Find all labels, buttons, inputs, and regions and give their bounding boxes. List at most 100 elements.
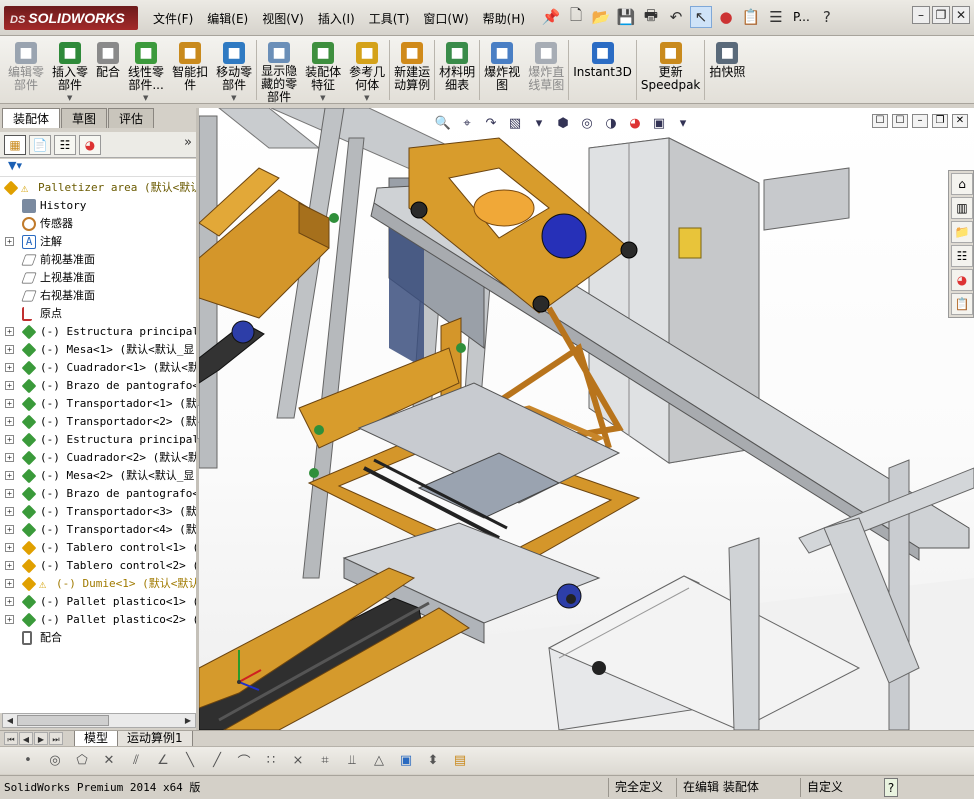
tool-exploded-view-button[interactable]: ■ 爆炸视 图 (480, 36, 524, 104)
scroll-right-icon[interactable]: ▶ (181, 714, 195, 727)
left-tab[interactable]: 装配体 (2, 108, 61, 128)
expand-icon[interactable]: + (5, 381, 14, 390)
tree-item[interactable]: 右视基准面 (0, 287, 196, 305)
prev-tab-icon[interactable]: ◀ (19, 732, 33, 745)
menu-item[interactable]: 工具(T) (362, 10, 417, 27)
convert-entities-icon[interactable]: ╱ (207, 751, 227, 771)
viewport-restore-icon[interactable]: ❐ (932, 114, 948, 128)
tool-bill-of-materials-button[interactable]: ■ 材料明 细表 (435, 36, 479, 104)
tile-icon[interactable]: ☐ (872, 114, 888, 128)
left-tab[interactable]: 评估 (108, 108, 155, 128)
point-icon[interactable]: • (18, 751, 38, 771)
rapid-sketch-icon[interactable]: ⨯ (288, 751, 308, 771)
tool-reference-geometry-button[interactable]: ■ 参考几 何体 ▼ (345, 36, 389, 104)
pin-icon[interactable]: 📌 (540, 6, 562, 28)
select-pointer-icon[interactable]: ↖ (690, 6, 712, 28)
tool-instant3d-button[interactable]: ■ Instant3D (569, 36, 636, 104)
expand-icon[interactable]: + (5, 363, 14, 372)
expand-icon[interactable]: + (5, 435, 14, 444)
zoom-to-area-icon[interactable]: ⌖ (457, 113, 477, 133)
tool-smart-fasteners-button[interactable]: ■ 智能扣 件 (168, 36, 212, 104)
viewport-minimize-icon[interactable]: – (912, 114, 928, 128)
chevron-down-icon[interactable]: ▼ (364, 94, 369, 102)
expand-icon[interactable]: + (5, 507, 14, 516)
tree-item[interactable]: + (-) Cuadrador<2> (默认<默 (0, 449, 196, 467)
chevron-down-icon[interactable]: ▼ (320, 94, 325, 102)
arc-icon[interactable]: ⌒ (234, 751, 254, 771)
new-document-icon[interactable]: 🗋 (565, 6, 587, 28)
scroll-thumb[interactable] (17, 715, 109, 726)
tab-motion-study-1[interactable]: 运动算例1 (117, 731, 193, 747)
print-icon[interactable]: 🖶 (640, 6, 662, 28)
sketch-settings-icon[interactable]: ▤ (450, 751, 470, 771)
chevron-down-icon[interactable]: ▼ (231, 94, 236, 102)
tree-item[interactable]: + (-) Pallet plastico<2> (默 (0, 611, 196, 629)
dynamic-annotation-icon[interactable]: ▾ (529, 113, 549, 133)
tree-item[interactable]: + (-) Cuadrador<1> (默认<默 (0, 359, 196, 377)
zoom-to-fit-icon[interactable]: 🔍 (433, 113, 453, 133)
edit-appearance-icon[interactable]: ◕ (625, 113, 645, 133)
menu-item[interactable]: 帮助(H) (476, 10, 532, 27)
expand-icon[interactable]: + (5, 597, 14, 606)
feature-tree-tab-icon[interactable]: ▦ (4, 134, 26, 155)
display-manager-tab-icon[interactable]: ◕ (79, 134, 101, 155)
chevron-down-icon[interactable]: ▼ (67, 94, 72, 102)
viewport-close-icon[interactable]: ✕ (952, 114, 968, 128)
tree-item[interactable]: + A 注解 (0, 233, 196, 251)
expand-icon[interactable]: + (5, 327, 14, 336)
tree-item[interactable]: 传感器 (0, 215, 196, 233)
file-properties-icon[interactable]: 📋 (740, 6, 762, 28)
relations-icon[interactable]: ⫫ (342, 751, 362, 771)
expand-icon[interactable]: + (5, 489, 14, 498)
undo-icon[interactable]: ↶ (665, 6, 687, 28)
help-status-icon[interactable]: ? (884, 778, 898, 797)
apply-scene-icon[interactable]: ▣ (649, 113, 669, 133)
previous-view-icon[interactable]: ↷ (481, 113, 501, 133)
filter-icon[interactable]: ▼▾ (8, 159, 22, 172)
tool-assembly-features-button[interactable]: ■ 装配体 特征 ▼ (301, 36, 345, 104)
design-library-icon[interactable]: ▥ (951, 197, 973, 219)
tree-item[interactable]: + (-) Transportador<1> (默认 (0, 395, 196, 413)
tree-item[interactable]: + (-) Brazo de pantografo<1 (0, 377, 196, 395)
mirror-icon[interactable]: ⫽ (126, 751, 146, 771)
close-icon[interactable]: ✕ (952, 6, 970, 24)
graphics-area[interactable]: 🔍 ⌖ ↷ ▧ ▾ ⬢ ◎ ◑ ◕ ▣ ▾ ☐ ☐ – ❐ ✕ ⌂ ▥ 📁 ☷ … (199, 108, 974, 730)
tree-item[interactable]: + (-) Transportador<2> (默认 (0, 413, 196, 431)
left-tab[interactable]: 草图 (61, 108, 108, 128)
configuration-manager-tab-icon[interactable]: ☷ (54, 134, 76, 155)
tree-item[interactable]: + (-) Transportador<4> (默认 (0, 521, 196, 539)
view-palette-icon[interactable]: ☷ (951, 245, 973, 267)
filter-row[interactable]: ▼▾ (0, 159, 198, 177)
expand-icon[interactable]: + (5, 471, 14, 480)
menu-item[interactable]: 编辑(E) (200, 10, 255, 27)
expand-icon[interactable]: + (5, 615, 14, 624)
expand-icon[interactable]: + (5, 561, 14, 570)
3d-cube-icon[interactable]: ▣ (396, 751, 416, 771)
dimension-icon[interactable]: △ (369, 751, 389, 771)
tree-item[interactable]: + (-) Estructura principal< (0, 323, 196, 341)
tree-item[interactable]: 前视基准面 (0, 251, 196, 269)
tree-item[interactable]: + ⚠ (-) Dumie<1> (默认<默认 (0, 575, 196, 593)
menu-item[interactable]: 插入(I) (311, 10, 362, 27)
tree-item[interactable]: 原点 (0, 305, 196, 323)
tool-edit-component-button[interactable]: ■ 编辑零 部件 (4, 36, 48, 104)
tree-item[interactable]: 上视基准面 (0, 269, 196, 287)
expand-icon[interactable]: + (5, 543, 14, 552)
tree-item[interactable]: + (-) Tablero control<2> (默 (0, 557, 196, 575)
fillet-icon[interactable]: ∠ (153, 751, 173, 771)
menu-item[interactable]: 视图(V) (255, 10, 311, 27)
tree-item[interactable]: History (0, 197, 196, 215)
expand-icon[interactable]: + (5, 345, 14, 354)
restore-icon[interactable]: ❐ (932, 6, 950, 24)
tool-update-speedpak-button[interactable]: ■ 更新 Speedpak (637, 36, 705, 104)
last-tab-icon[interactable]: ⏭ (49, 732, 63, 745)
scroll-left-icon[interactable]: ◀ (3, 714, 17, 727)
next-tab-icon[interactable]: ▶ (34, 732, 48, 745)
appearances-icon[interactable]: ◕ (951, 269, 973, 291)
display-style-icon[interactable]: ◎ (577, 113, 597, 133)
circle-icon[interactable]: ◎ (45, 751, 65, 771)
tree-item[interactable]: + (-) Estructura principal< (0, 431, 196, 449)
section-view-icon[interactable]: ▧ (505, 113, 525, 133)
trim-icon[interactable]: ✕ (99, 751, 119, 771)
tool-show-hidden-button[interactable]: ■ 显示隐 藏的零 部件 (257, 36, 301, 104)
